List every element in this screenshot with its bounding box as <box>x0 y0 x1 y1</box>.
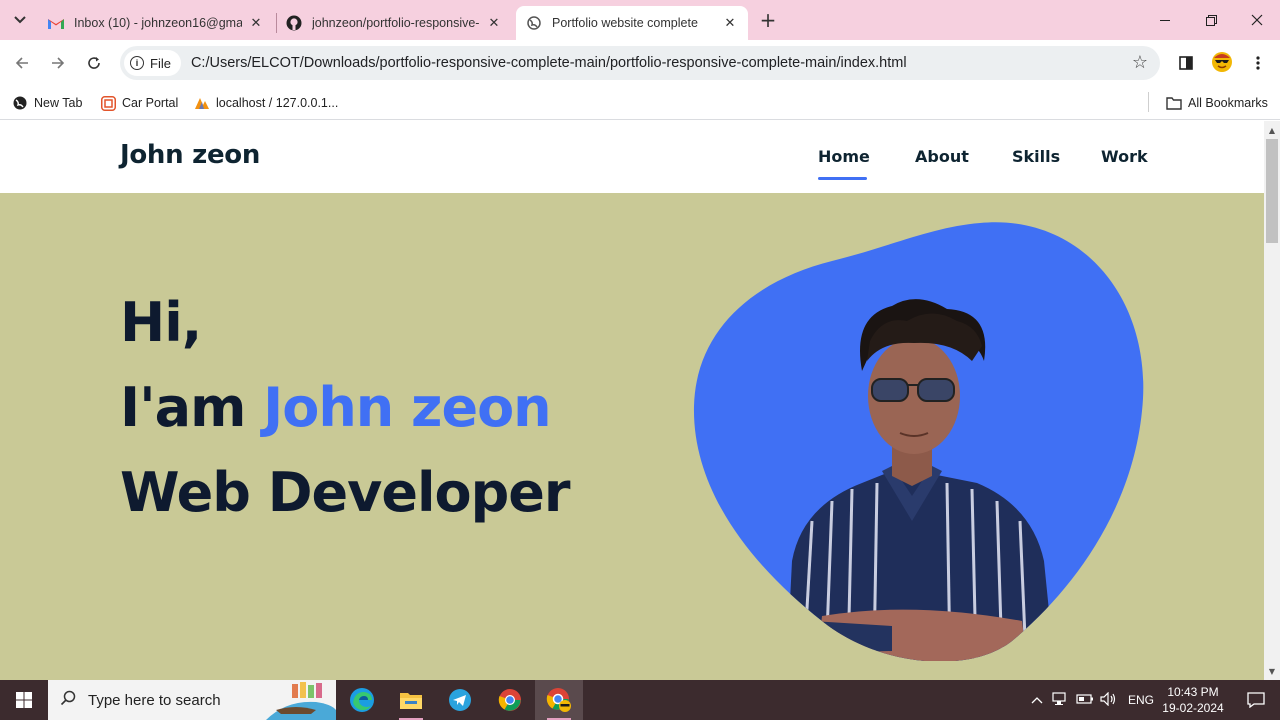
scrollbar-thumb[interactable] <box>1266 139 1278 243</box>
address-bar[interactable]: i File C:/Users/ELCOT/Downloads/portfoli… <box>120 46 1160 80</box>
arrow-right-icon <box>52 57 65 69</box>
nav-link-home[interactable]: Home <box>818 147 870 166</box>
bookmark-label: localhost / 127.0.0.1... <box>216 96 339 110</box>
arrow-left-icon <box>15 57 28 69</box>
telegram-icon <box>449 689 471 711</box>
scroll-down-arrow-icon[interactable]: ▼ <box>1264 664 1280 678</box>
edge-icon <box>350 688 374 712</box>
volume-icon[interactable] <box>1100 691 1118 709</box>
taskbar-chrome-profile[interactable] <box>535 680 583 720</box>
active-nav-indicator <box>818 177 867 180</box>
taskbar-file-explorer[interactable] <box>387 680 435 720</box>
side-panel-icon[interactable] <box>1175 52 1197 74</box>
start-button[interactable] <box>0 680 48 720</box>
tab-title: Portfolio website complete <box>552 16 698 30</box>
globe-icon <box>12 95 28 111</box>
notification-icon <box>1247 692 1265 708</box>
bookmark-label: New Tab <box>34 96 83 110</box>
gmail-icon <box>48 15 64 31</box>
minimize-button[interactable] <box>1142 0 1188 40</box>
tab-title: Inbox (10) - johnzeon16@gmai <box>74 16 242 30</box>
chrome-icon <box>498 689 521 711</box>
hero-title: Web Developer <box>120 461 571 524</box>
bookmarks-bar: New Tab Car Portal localhost / 127.0.0.1… <box>0 86 1280 120</box>
bookmark-star-icon[interactable]: ☆ <box>1132 52 1148 73</box>
nav-link-skills[interactable]: Skills <box>1012 147 1060 166</box>
tab-github[interactable]: johnzeon/portfolio-responsive- ✕ <box>276 6 512 40</box>
clock-date: 19-02-2024 <box>1162 701 1224 715</box>
profile-avatar[interactable] <box>1210 50 1234 74</box>
clock-time: 10:43 PM <box>1167 685 1219 699</box>
tab-search-button[interactable] <box>7 7 33 33</box>
page-scrollbar[interactable]: ▲ ▼ <box>1264 121 1280 680</box>
taskbar-search-box[interactable]: Type here to search <box>48 680 336 720</box>
bookmark-label: Car Portal <box>122 96 179 110</box>
all-bookmarks[interactable]: All Bookmarks <box>1166 93 1268 113</box>
tab-portfolio[interactable]: Portfolio website complete ✕ <box>516 6 748 40</box>
taskbar-search-placeholder: Type here to search <box>88 691 221 709</box>
car-portal-icon <box>100 95 116 111</box>
reload-icon <box>88 57 100 69</box>
minimize-icon <box>1160 19 1170 21</box>
bookmark-new-tab[interactable]: New Tab <box>12 93 82 113</box>
phpmyadmin-icon <box>194 95 210 111</box>
hero-name: John zeon <box>263 376 551 439</box>
back-button[interactable] <box>9 50 35 76</box>
page-viewport: John zeon Home About Skills Work Hi, I'a… <box>0 121 1264 680</box>
folder-icon <box>400 693 422 709</box>
github-icon <box>286 15 302 31</box>
system-tray: ENG <box>1028 680 1154 720</box>
search-icon <box>60 690 76 710</box>
restore-button[interactable] <box>1188 0 1234 40</box>
more-menu-icon[interactable] <box>1247 52 1269 74</box>
restore-icon <box>1205 14 1217 26</box>
bookmark-car-portal[interactable]: Car Portal <box>100 93 178 113</box>
search-highlight-image <box>266 682 336 720</box>
tab-gmail[interactable]: Inbox (10) - johnzeon16@gmai ✕ <box>38 6 274 40</box>
bookmark-localhost[interactable]: localhost / 127.0.0.1... <box>194 93 338 113</box>
close-icon[interactable]: ✕ <box>722 15 738 31</box>
site-info-chip[interactable]: i File <box>124 50 181 76</box>
taskbar-edge[interactable] <box>338 680 386 720</box>
bookmarks-separator <box>1148 92 1149 112</box>
hero-intro: I'am John zeon <box>120 376 552 439</box>
profile-photo-blob <box>693 222 1144 661</box>
notification-center-button[interactable] <box>1232 680 1280 720</box>
close-icon <box>1251 14 1263 26</box>
site-logo[interactable]: John zeon <box>120 140 260 170</box>
nav-link-about[interactable]: About <box>915 147 969 166</box>
hero-intro-prefix: I'am <box>120 376 264 439</box>
chevron-up-icon[interactable] <box>1028 693 1046 707</box>
globe-icon <box>526 15 542 31</box>
tab-title: johnzeon/portfolio-responsive- <box>312 16 480 30</box>
folder-icon <box>1166 95 1182 111</box>
hero-greeting: Hi, <box>120 291 202 354</box>
windows-logo-icon <box>16 692 32 708</box>
all-bookmarks-label: All Bookmarks <box>1188 96 1268 110</box>
close-window-button[interactable] <box>1234 0 1280 40</box>
close-icon[interactable]: ✕ <box>248 15 264 31</box>
battery-icon[interactable] <box>1076 693 1094 708</box>
network-icon[interactable] <box>1052 691 1070 709</box>
scroll-up-arrow-icon[interactable]: ▲ <box>1264 123 1280 137</box>
url-text[interactable]: C:/Users/ELCOT/Downloads/portfolio-respo… <box>191 55 907 71</box>
chrome-profile-icon <box>546 688 571 712</box>
info-icon: i <box>130 56 144 70</box>
nav-link-work[interactable]: Work <box>1101 147 1148 166</box>
reload-button[interactable] <box>81 50 107 76</box>
taskbar-chrome[interactable] <box>486 680 534 720</box>
language-indicator[interactable]: ENG <box>1128 693 1154 707</box>
tab-strip: Inbox (10) - johnzeon16@gmai ✕ johnzeon/… <box>0 0 1280 40</box>
site-header: John zeon Home About Skills Work <box>0 121 1264 193</box>
close-icon[interactable]: ✕ <box>486 15 502 31</box>
taskbar-telegram[interactable] <box>436 680 484 720</box>
new-tab-button[interactable]: + <box>756 8 780 32</box>
forward-button[interactable] <box>45 50 71 76</box>
taskbar-clock[interactable]: 10:43 PM 19-02-2024 <box>1156 684 1230 716</box>
chip-label: File <box>150 55 171 71</box>
browser-toolbar: i File C:/Users/ELCOT/Downloads/portfoli… <box>0 40 1280 86</box>
chevron-down-icon <box>14 16 26 24</box>
windows-taskbar: Type here to search ENG 10:43 PM 19-02-2… <box>0 680 1280 720</box>
